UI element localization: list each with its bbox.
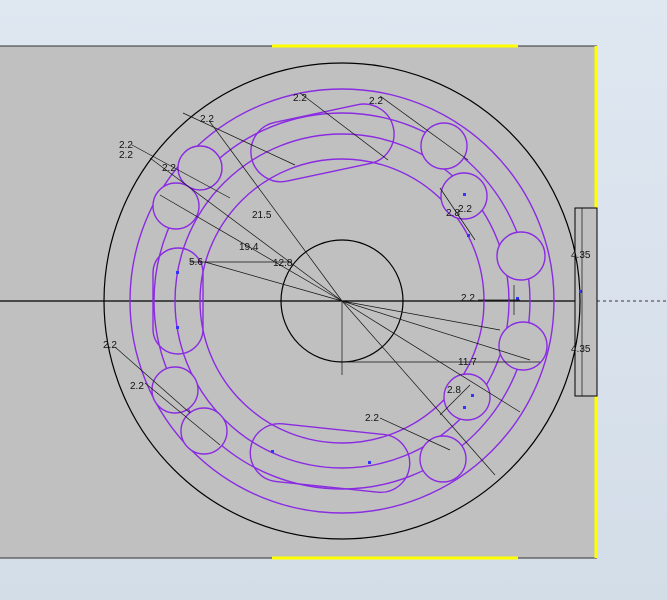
point [579,290,582,293]
dimension-label[interactable]: 2.2 [365,413,379,424]
dimension-label[interactable]: 2.8 [447,385,461,396]
ball-circle[interactable] [443,373,491,421]
ball-circle[interactable] [152,182,200,230]
point [271,450,274,453]
point [471,394,474,397]
dimension-label[interactable]: 11.7 [458,357,477,368]
dimension-label[interactable]: 2.2 [369,96,383,107]
side-profile[interactable] [574,207,598,397]
ball-circle[interactable] [496,231,546,281]
dimension-label[interactable]: 19.4 [239,242,259,253]
dimension-label[interactable]: 21.5 [252,210,272,221]
dimension-label[interactable]: 2.2 [162,163,176,174]
dimension-label[interactable]: 4.35 [571,250,591,261]
dimension-label[interactable]: 2.2 [103,340,117,351]
point [463,193,466,196]
dimension-label[interactable]: 4.35 [571,344,591,355]
dimension-label[interactable]: 12.8 [273,258,293,269]
ball-circle[interactable] [420,122,468,170]
ball-circle[interactable] [151,366,199,414]
point [176,271,179,274]
point [368,461,371,464]
sketch-sheet [0,46,597,558]
ball-circle[interactable] [419,435,467,483]
point [463,406,466,409]
dimension-label[interactable]: 2.2 [130,381,144,392]
dimension-label[interactable]: 5.6 [189,257,203,268]
dimension-label[interactable]: 2.2 [119,150,133,161]
ball-circle[interactable] [498,321,548,371]
point [176,326,179,329]
point [516,297,519,300]
ball-circle[interactable] [180,407,228,455]
point [467,234,470,237]
sketch-canvas[interactable]: 2.2 2.2 2.2 2.2 2.2 2.2 2.2 2.2 2.2 2.2 … [0,0,667,600]
dimension-label[interactable]: 2.2 [458,204,472,215]
dimension-label[interactable]: 2.2 [293,93,307,104]
dimension-label[interactable]: 2.2 [200,114,214,125]
dimension-label[interactable]: 2.8 [446,208,460,219]
dimension-label[interactable]: 2.2 [461,293,475,304]
